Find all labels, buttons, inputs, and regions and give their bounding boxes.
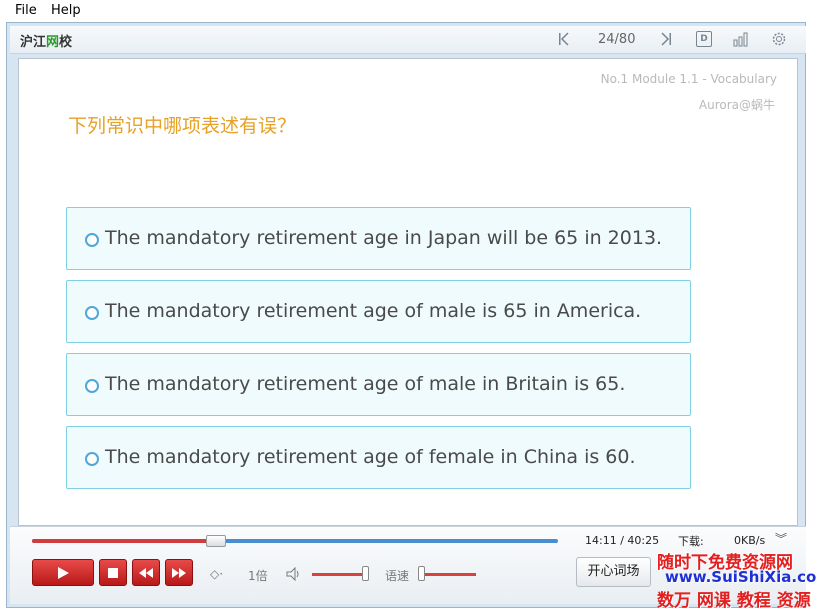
option-text: The mandatory retirement age of male is … bbox=[105, 300, 642, 322]
question-text: 下列常识中哪项表述有误？ bbox=[68, 115, 297, 137]
page-counter: 24/80 bbox=[598, 32, 636, 47]
download-label: 下载: bbox=[678, 535, 704, 548]
logo-text-1: 沪江 bbox=[20, 35, 47, 50]
toolbar: 沪江网校 24/80 D bbox=[10, 26, 806, 54]
total-time: / 40:25 bbox=[620, 534, 660, 547]
document-icon[interactable]: D bbox=[696, 31, 712, 47]
option-text: The mandatory retirement age of male in … bbox=[105, 373, 626, 395]
option-text: The mandatory retirement age in Japan wi… bbox=[105, 227, 663, 249]
double-chevron-down-icon[interactable]: ︾ bbox=[775, 530, 787, 547]
first-page-icon[interactable] bbox=[556, 31, 572, 47]
menu-file[interactable]: File bbox=[15, 3, 37, 18]
watermark-line-3: 数万 网课 教程 资源 bbox=[657, 591, 811, 608]
logo-text-2: 网 bbox=[46, 35, 60, 50]
watermark: 随时下免费资源网 www.SuiShiXia.com 数万 网课 教程 资源 bbox=[655, 548, 816, 608]
answer-option-2[interactable]: The mandatory retirement age of male is … bbox=[66, 280, 691, 343]
play-button[interactable] bbox=[32, 559, 94, 586]
option-text: The mandatory retirement age of female i… bbox=[105, 446, 636, 468]
vocab-game-button[interactable]: 开心词场 bbox=[576, 557, 651, 587]
speech-speed-handle[interactable] bbox=[418, 566, 425, 581]
playback-rate[interactable]: 1倍 bbox=[248, 567, 268, 584]
logo-text-3: 校 bbox=[59, 35, 73, 50]
radio-icon[interactable] bbox=[85, 452, 99, 466]
speed-label: 语速 bbox=[385, 569, 410, 583]
answer-option-1[interactable]: The mandatory retirement age in Japan wi… bbox=[66, 207, 691, 270]
volume-slider[interactable] bbox=[312, 573, 368, 576]
current-time: 14:11 bbox=[585, 534, 617, 547]
settings-icon[interactable] bbox=[771, 31, 787, 47]
module-title: No.1 Module 1.1 - Vocabulary bbox=[600, 72, 777, 86]
progress-bar[interactable] bbox=[32, 535, 558, 547]
stats-icon[interactable] bbox=[732, 31, 748, 47]
speech-speed-slider[interactable] bbox=[420, 573, 476, 576]
rewind-button[interactable] bbox=[132, 559, 160, 586]
answer-option-3[interactable]: The mandatory retirement age of male in … bbox=[66, 353, 691, 416]
ab-repeat-icon[interactable]: ◇· bbox=[210, 567, 223, 581]
author-label: Aurora@蜗牛 bbox=[698, 98, 775, 112]
last-page-icon[interactable] bbox=[658, 31, 674, 47]
progress-played bbox=[32, 539, 217, 543]
menu-help[interactable]: Help bbox=[51, 3, 81, 18]
progress-handle[interactable] bbox=[206, 535, 227, 547]
volume-icon[interactable] bbox=[286, 566, 302, 584]
download-speed: 0KB/s bbox=[734, 534, 766, 547]
answer-option-4[interactable]: The mandatory retirement age of female i… bbox=[66, 426, 691, 489]
lesson-panel: No.1 Module 1.1 - Vocabulary Aurora@蜗牛 下… bbox=[18, 58, 798, 526]
menu-bar: File Help bbox=[0, 0, 816, 22]
radio-icon[interactable] bbox=[85, 379, 99, 393]
watermark-line-2: www.SuiShiXia.com bbox=[665, 568, 816, 586]
stop-button[interactable] bbox=[99, 559, 127, 586]
radio-icon[interactable] bbox=[85, 306, 99, 320]
fast-forward-button[interactable] bbox=[165, 559, 193, 586]
volume-slider-handle[interactable] bbox=[362, 566, 369, 581]
radio-icon[interactable] bbox=[85, 233, 99, 247]
hujiang-logo: 沪江网校 bbox=[20, 31, 72, 50]
time-display: 14:11 / 40:25 bbox=[585, 534, 659, 547]
